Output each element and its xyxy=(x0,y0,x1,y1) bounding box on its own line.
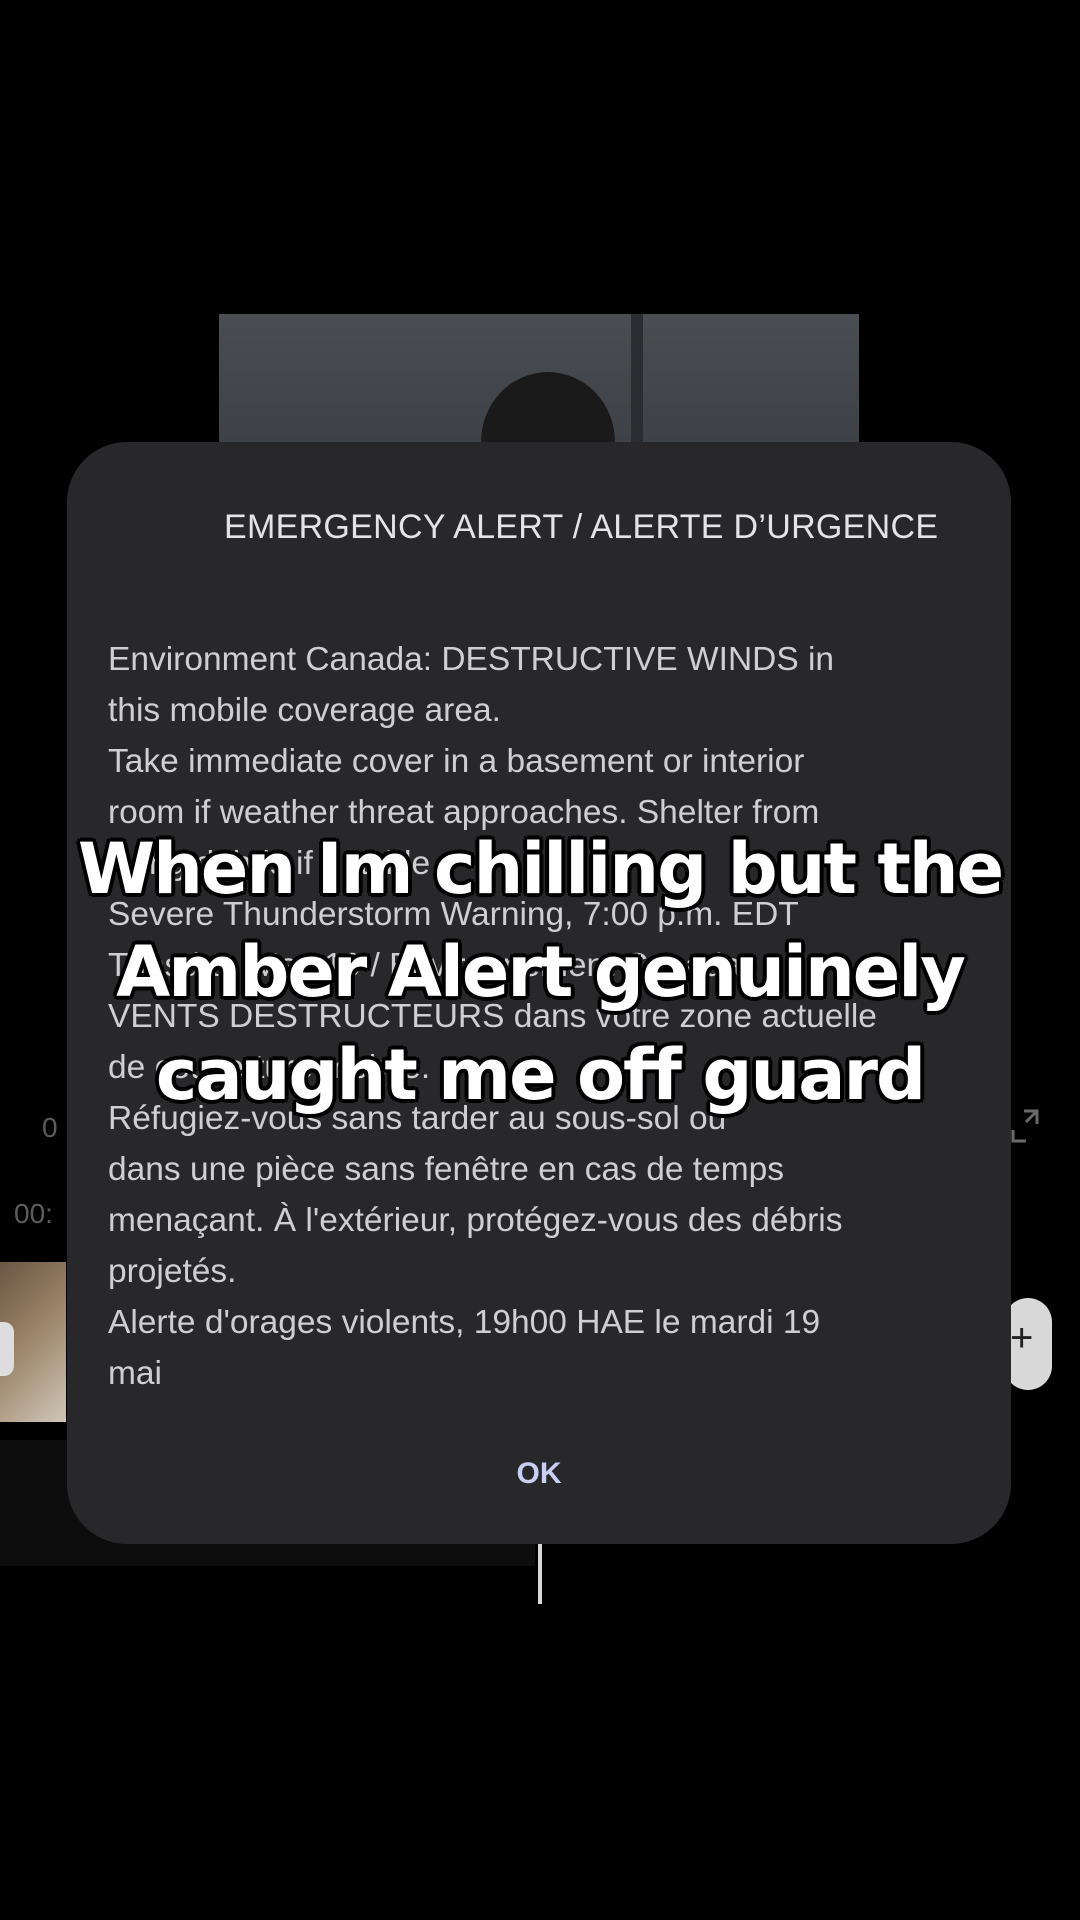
ok-button[interactable]: OK xyxy=(67,1457,1011,1491)
caption-line: Amber Alert genuinely xyxy=(115,930,968,1015)
dialog-body-line: this mobile coverage area. xyxy=(108,692,501,729)
screen: { "background": { "time_top": "0", "time… xyxy=(0,0,1080,1920)
dialog-body-line: projetés. xyxy=(108,1253,237,1290)
dialog-body-line: Alerte d'orages violents, 19h00 HAE le m… xyxy=(108,1304,821,1341)
add-clip-button[interactable]: + xyxy=(1004,1298,1052,1390)
overlay-caption: When Im chilling but the Amber Alert gen… xyxy=(40,818,1040,1127)
dialog-body-line: menaçant. À l'extérieur, protégez-vous d… xyxy=(108,1202,843,1239)
dialog-title: EMERGENCY ALERT / ALERTE D’URGENCE xyxy=(224,508,939,546)
dialog-body-line: Take immediate cover in a basement or in… xyxy=(108,743,805,780)
dialog-body-line: dans une pièce sans fenêtre en cas de te… xyxy=(108,1151,785,1188)
dialog-body-line: Environment Canada: DESTRUCTIVE WINDS in xyxy=(108,641,835,678)
dialog-body-line: mai xyxy=(108,1355,162,1392)
playhead[interactable] xyxy=(538,1536,542,1604)
timestamp-bottom: 00: xyxy=(14,1198,53,1229)
caption-line: caught me off guard xyxy=(154,1033,927,1118)
caption-line: When Im chilling but the xyxy=(76,827,1005,912)
plus-icon: + xyxy=(1010,1316,1034,1360)
clip-thumbnail[interactable] xyxy=(0,1262,66,1422)
clip-handle[interactable] xyxy=(0,1322,14,1376)
